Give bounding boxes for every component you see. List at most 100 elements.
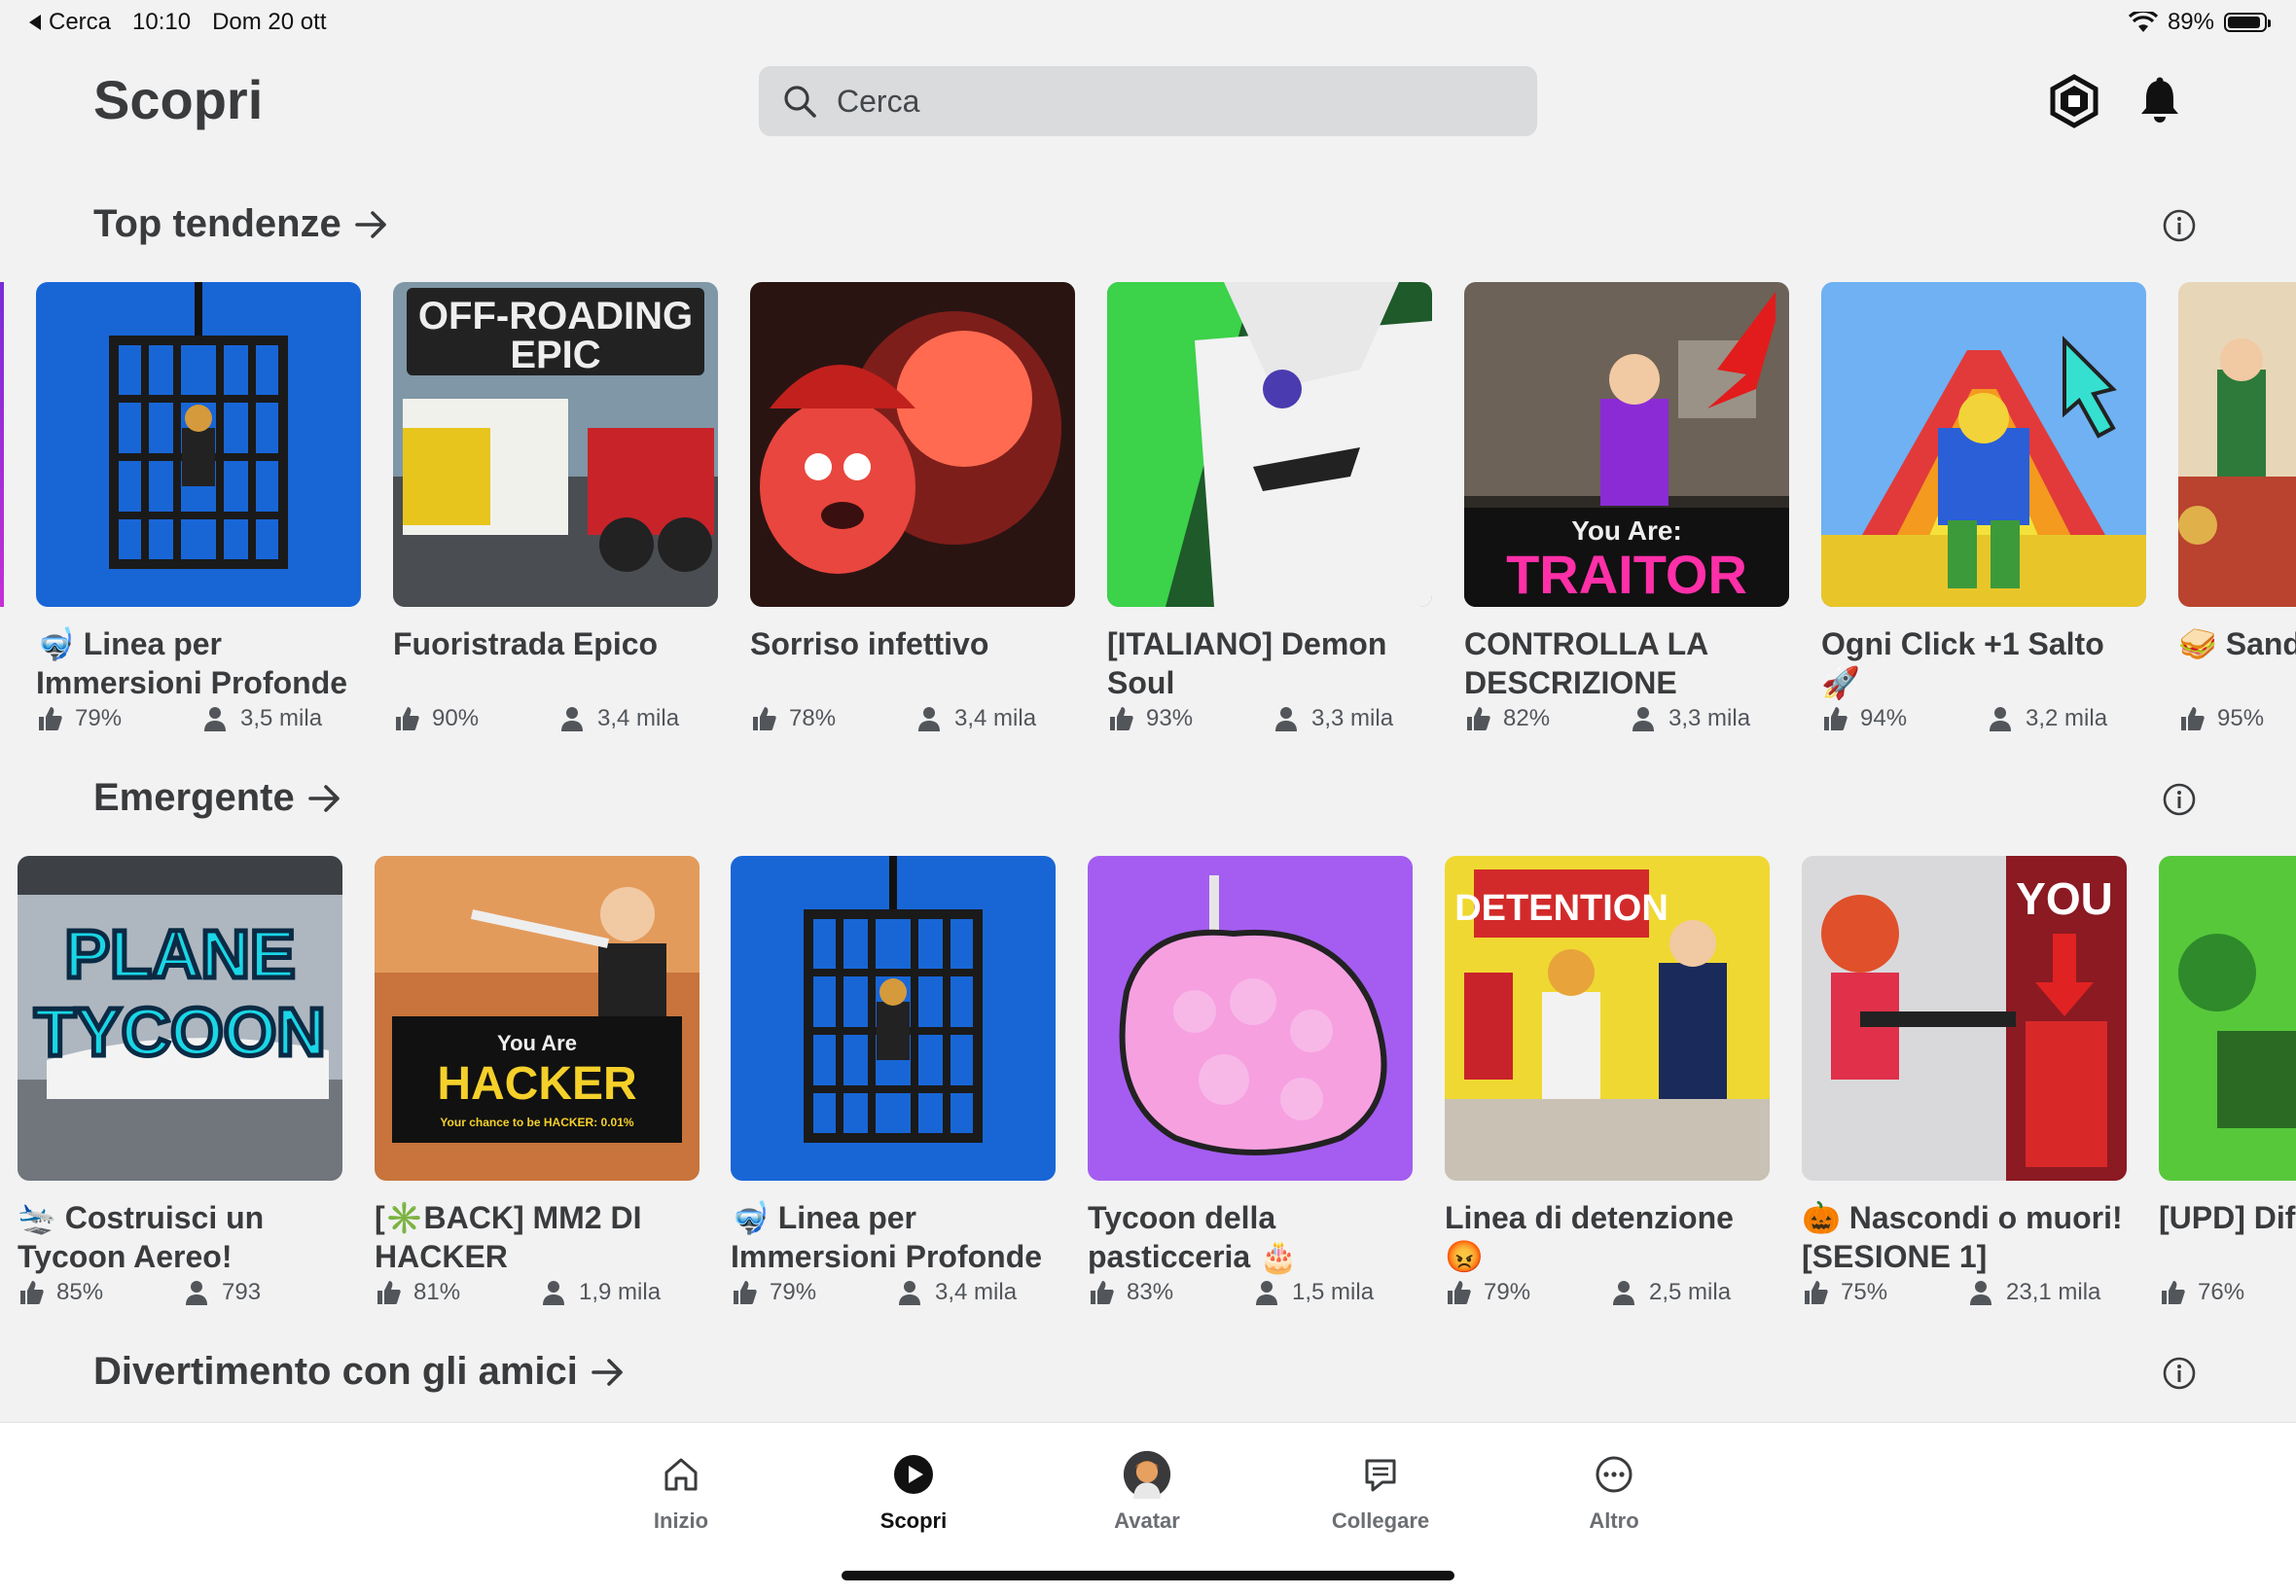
players-icon xyxy=(918,707,940,731)
game-card[interactable]: Tycoon della pasticceria 🎂 83% 1,5 mila xyxy=(1088,856,1413,1309)
game-thumbnail: OFF-ROADING EPIC xyxy=(393,282,718,607)
rating: 75% xyxy=(1841,1279,1888,1305)
game-thumbnail xyxy=(36,282,361,607)
game-card[interactable]: 🤿 Linea per Immersioni Profonde 79% 3,5 … xyxy=(36,282,361,735)
game-title: 🛬 Costruisci un Tycoon Aereo! xyxy=(18,1200,265,1274)
thumbs-up-icon xyxy=(396,707,419,730)
robux-button[interactable] xyxy=(2047,74,2101,128)
nav-avatar[interactable]: Avatar xyxy=(1069,1450,1225,1534)
status-bar: Cerca 10:10 Dom 20 ott 89% xyxy=(0,0,2296,47)
back-triangle-icon xyxy=(29,15,41,30)
thumbs-up-icon xyxy=(2162,1281,2185,1304)
nav-label: Scopri xyxy=(879,1508,948,1533)
nav-label: Avatar xyxy=(1114,1508,1180,1533)
game-card[interactable]: DETENTION Linea di detenzione 😡 79% 2,5 … xyxy=(1445,856,1770,1309)
game-title: Ogni Click +1 Salto 🚀 xyxy=(1821,626,2104,700)
game-card[interactable]: PLANE TYCOON 🛬 Costruisci un Tycoon Aere… xyxy=(18,856,342,1309)
players-icon xyxy=(1275,707,1297,731)
game-card[interactable]: Ogni Click +1 Salto 🚀 94% 3,2 mila xyxy=(1821,282,2146,735)
player-count: 3,4 mila xyxy=(954,705,1037,731)
thumb-text: TYCOON xyxy=(34,994,325,1070)
game-thumbnail xyxy=(731,856,1056,1181)
status-time: 10:10 xyxy=(132,9,192,35)
game-card[interactable]: OFF-ROADING EPIC Fuoristrada Epico 90% 3… xyxy=(393,282,718,735)
nav-more[interactable]: Altro xyxy=(1536,1450,1692,1534)
player-count: 23,1 mila xyxy=(2006,1279,2101,1305)
player-count: 793 xyxy=(222,1279,262,1305)
player-count: 3,3 mila xyxy=(1668,705,1751,731)
game-thumbnail xyxy=(750,282,1075,607)
game-card[interactable]: 🤿 Linea per Immersioni Profonde 79% 3,4 … xyxy=(731,856,1056,1309)
game-card[interactable]: You Are HACKER Your chance to be HACKER:… xyxy=(375,856,700,1309)
thumbs-up-icon xyxy=(1467,707,1490,730)
game-title: [✳️BACK] MM2 DI HACKER xyxy=(375,1200,642,1274)
game-title: Tycoon della pasticceria 🎂 xyxy=(1088,1200,1298,1274)
game-title: 🥪 Sand Ristoran xyxy=(2178,626,2296,661)
search-bar[interactable] xyxy=(759,66,1537,136)
players-icon xyxy=(1970,1281,1991,1305)
game-card[interactable]: 🥪 Sand Ristoran 95% xyxy=(2178,282,2296,735)
game-title: 🤿 Linea per Immersioni Profonde xyxy=(731,1200,1043,1274)
thumb-text: EPIC xyxy=(510,334,600,376)
nav-discover[interactable]: Scopri xyxy=(836,1450,991,1534)
game-card[interactable]: [ITALIANO] Demon Soul 93% 3,3 mila xyxy=(1107,282,1432,735)
thumbs-up-icon xyxy=(1805,1281,1828,1304)
home-indicator xyxy=(842,1571,1454,1580)
thumbs-up-icon xyxy=(734,1281,757,1304)
previous-card-sliver xyxy=(0,282,4,607)
players-icon xyxy=(543,1281,564,1305)
nav-home[interactable]: Inizio xyxy=(603,1450,759,1534)
game-thumbnail xyxy=(1821,282,2146,607)
rating: 93% xyxy=(1146,705,1194,731)
thumbs-up-icon xyxy=(1110,707,1133,730)
section-top-trending-link[interactable]: Top tendenze xyxy=(93,202,388,246)
nav-label: Altro xyxy=(1589,1508,1639,1533)
rating: 78% xyxy=(789,705,837,731)
game-title: [ITALIANO] Demon Soul xyxy=(1107,626,1387,700)
section-fun-with-friends-link[interactable]: Divertimento con gli amici xyxy=(93,1350,625,1394)
thumb-text: HACKER xyxy=(437,1058,636,1110)
rating: 76% xyxy=(2198,1279,2245,1305)
players-icon xyxy=(186,1281,207,1305)
search-input[interactable] xyxy=(835,82,1422,121)
game-card[interactable]: YOU 🎃 Nascondi o muori! [SESIONE 1] 75% … xyxy=(1802,856,2127,1309)
top-trending-row: 🤿 Linea per Immersioni Profonde 79% 3,5 … xyxy=(0,282,2296,749)
rating: 85% xyxy=(56,1279,104,1305)
info-icon[interactable] xyxy=(2162,208,2197,243)
thumbs-up-icon xyxy=(20,1281,44,1304)
info-icon[interactable] xyxy=(2162,782,2197,817)
game-thumbnail: YOU xyxy=(1802,856,2127,1181)
section-title: Emergente xyxy=(93,776,295,819)
thumb-text: TRAITOR xyxy=(1506,544,1747,605)
thumbs-up-icon xyxy=(2181,707,2205,730)
player-count: 3,4 mila xyxy=(935,1279,1018,1305)
thumb-text: DETENTION xyxy=(1454,888,1668,929)
game-title: Sorriso infettivo xyxy=(750,626,989,661)
search-icon xyxy=(784,86,816,118)
game-card[interactable]: [UPD] Dife giardino! 76% xyxy=(2159,856,2296,1309)
back-to-app-link[interactable]: Cerca xyxy=(29,9,111,36)
thumb-text: OFF-ROADING xyxy=(418,295,693,337)
rating: 95% xyxy=(2217,705,2265,731)
game-card[interactable]: You Are: TRAITOR CONTROLLA LA DESCRIZION… xyxy=(1464,282,1789,735)
thumb-text: You Are xyxy=(497,1031,577,1055)
arrow-right-icon xyxy=(592,1358,623,1386)
emerging-row: PLANE TYCOON 🛬 Costruisci un Tycoon Aere… xyxy=(0,856,2296,1323)
thumbs-up-icon xyxy=(1091,1281,1114,1304)
game-title: Fuoristrada Epico xyxy=(393,626,659,661)
game-card[interactable]: Sorriso infettivo 78% 3,4 mila xyxy=(750,282,1075,735)
game-thumbnail xyxy=(2178,282,2296,607)
info-icon[interactable] xyxy=(2162,1356,2197,1391)
rating: 83% xyxy=(1127,1279,1174,1305)
game-thumbnail: PLANE TYCOON xyxy=(18,856,342,1181)
notifications-button[interactable] xyxy=(2133,74,2187,128)
game-thumbnail: DETENTION xyxy=(1445,856,1770,1181)
nav-connect[interactable]: Collegare xyxy=(1303,1450,1458,1534)
thumbs-up-icon xyxy=(1824,707,1848,730)
rating: 79% xyxy=(1484,1279,1531,1305)
player-count: 3,4 mila xyxy=(597,705,680,731)
game-title: [UPD] Dife giardino! xyxy=(2159,1200,2296,1235)
section-emerging-link[interactable]: Emergente xyxy=(93,776,341,820)
players-icon xyxy=(561,707,583,731)
thumbs-up-icon xyxy=(1448,1281,1471,1304)
